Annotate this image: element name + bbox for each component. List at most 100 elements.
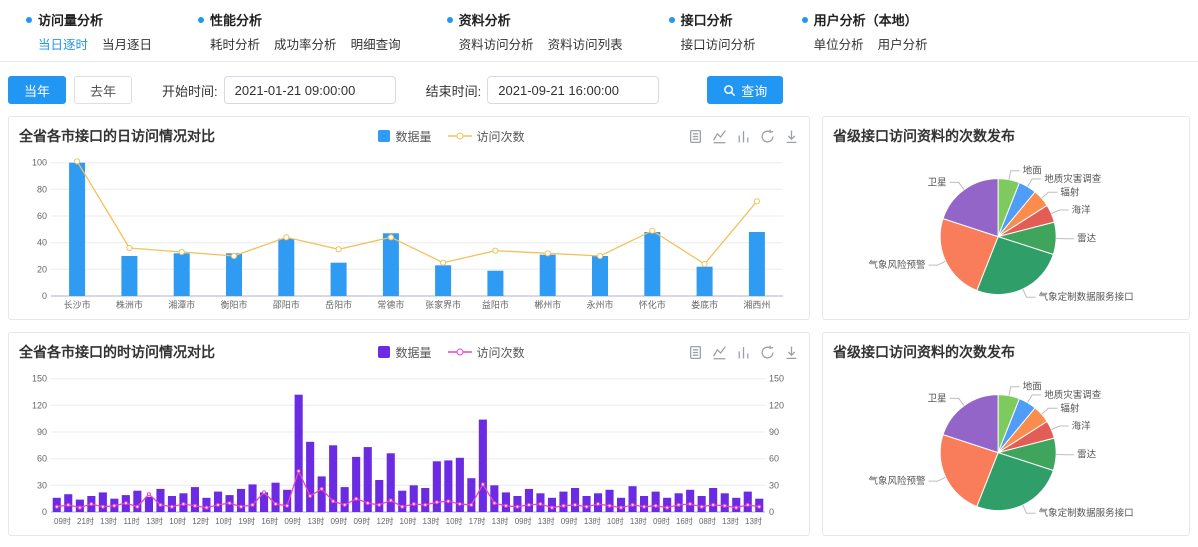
svg-text:13时: 13时 bbox=[538, 516, 555, 526]
nav-sub-links: 接口访问分析 bbox=[681, 34, 756, 53]
nav-section-title: 性能分析 bbox=[198, 10, 401, 29]
svg-text:株洲市: 株洲市 bbox=[116, 299, 143, 310]
data-view-icon[interactable] bbox=[688, 129, 703, 144]
nav-item[interactable]: 资料访问分析 bbox=[459, 34, 534, 53]
svg-text:40: 40 bbox=[37, 238, 47, 248]
svg-text:10时: 10时 bbox=[215, 516, 232, 526]
svg-text:09时: 09时 bbox=[515, 516, 532, 526]
svg-text:08时: 08时 bbox=[699, 516, 716, 526]
bar-chart-icon[interactable] bbox=[736, 129, 751, 144]
nav-item[interactable]: 成功率分析 bbox=[274, 34, 337, 53]
nav-sections: 访问量分析当日逐时当月逐日 性能分析耗时分析成功率分析明细查询 资料分析资料访问分析… bbox=[26, 10, 928, 53]
svg-text:09时: 09时 bbox=[54, 516, 71, 526]
svg-text:湘潭市: 湘潭市 bbox=[168, 299, 195, 310]
nav-section-title-text: 资料分析 bbox=[459, 10, 511, 29]
legend-line-swatch bbox=[448, 131, 472, 141]
bar-chart-icon[interactable] bbox=[736, 345, 751, 360]
svg-text:0: 0 bbox=[769, 507, 774, 517]
hourly-chart-toolbox bbox=[688, 345, 799, 360]
svg-text:16时: 16时 bbox=[676, 516, 693, 526]
svg-text:娄底市: 娄底市 bbox=[691, 299, 718, 310]
pie-bottom-title: 省级接口访问资料的次数发布 bbox=[833, 342, 1015, 362]
daily-chart-panel: 全省各市接口的日访问情况对比 数据量访问次数 020406080100长沙市株洲… bbox=[8, 116, 810, 320]
nav-item[interactable]: 用户分析 bbox=[878, 34, 928, 53]
svg-text:卫星: 卫星 bbox=[928, 177, 947, 188]
nav-section-title: 访问量分析 bbox=[26, 10, 152, 29]
legend-item[interactable]: 数据量 bbox=[378, 128, 431, 145]
bullet-icon bbox=[447, 17, 453, 23]
svg-text:13时: 13时 bbox=[722, 516, 739, 526]
nav-section-title-text: 用户分析（本地） bbox=[814, 10, 918, 29]
last-year-button[interactable]: 去年 bbox=[74, 76, 132, 104]
search-icon bbox=[723, 84, 736, 97]
svg-text:怀化市: 怀化市 bbox=[639, 299, 666, 310]
nav-section-title: 用户分析（本地） bbox=[802, 10, 928, 29]
svg-text:09时: 09时 bbox=[353, 516, 370, 526]
svg-text:21时: 21时 bbox=[77, 516, 94, 526]
svg-text:雷达: 雷达 bbox=[1077, 449, 1097, 461]
data-view-icon[interactable] bbox=[688, 345, 703, 360]
nav-item[interactable]: 单位分析 bbox=[814, 34, 864, 53]
start-time-input[interactable] bbox=[224, 76, 396, 104]
download-icon[interactable] bbox=[784, 345, 799, 360]
legend-item[interactable]: 数据量 bbox=[378, 344, 431, 361]
pie-chart-canvas-bottom: 地面地质灾害调查辐射海洋雷达气象定制数据服务接口气象风险预警卫星 bbox=[833, 364, 1177, 528]
legend-bar-swatch bbox=[378, 130, 390, 142]
svg-text:10时: 10时 bbox=[400, 516, 417, 526]
svg-text:17时: 17时 bbox=[469, 516, 486, 526]
svg-text:120: 120 bbox=[769, 400, 784, 410]
svg-text:0: 0 bbox=[42, 507, 47, 517]
legend-label: 访问次数 bbox=[477, 128, 525, 145]
svg-text:气象定制数据服务接口: 气象定制数据服务接口 bbox=[1039, 507, 1134, 519]
line-chart-icon[interactable] bbox=[712, 345, 727, 360]
refresh-icon[interactable] bbox=[760, 345, 775, 360]
nav-item[interactable]: 接口访问分析 bbox=[681, 34, 756, 53]
download-icon[interactable] bbox=[784, 129, 799, 144]
legend-label: 数据量 bbox=[395, 128, 431, 145]
svg-text:13时: 13时 bbox=[745, 516, 762, 526]
nav-item[interactable]: 资料访问列表 bbox=[548, 34, 623, 53]
nav-item[interactable]: 当日逐时 bbox=[38, 34, 88, 53]
nav-item[interactable]: 耗时分析 bbox=[210, 34, 260, 53]
nav-section: 接口分析接口访问分析 bbox=[669, 10, 756, 53]
bullet-icon bbox=[669, 17, 675, 23]
end-time-input[interactable] bbox=[487, 76, 659, 104]
svg-text:150: 150 bbox=[769, 374, 784, 384]
legend-item[interactable]: 访问次数 bbox=[448, 344, 525, 361]
pie-top-title: 省级接口访问资料的次数发布 bbox=[833, 126, 1015, 146]
hourly-chart-panel: 全省各市接口的时访问情况对比 数据量访问次数 00303060609090120… bbox=[8, 332, 810, 536]
daily-bar-line-chart-canvas: 020406080100长沙市株洲市湘潭市衡阳市邵阳市岳阳市常德市张家界市益阳市… bbox=[19, 148, 797, 312]
svg-text:13时: 13时 bbox=[146, 516, 163, 526]
svg-text:30: 30 bbox=[769, 480, 779, 490]
svg-text:90: 90 bbox=[769, 427, 779, 437]
line-chart-icon[interactable] bbox=[712, 129, 727, 144]
search-button[interactable]: 查询 bbox=[707, 76, 783, 104]
svg-text:辐射: 辐射 bbox=[1060, 402, 1080, 414]
start-time-label: 开始时间: bbox=[162, 81, 218, 100]
this-year-button[interactable]: 当年 bbox=[8, 76, 66, 104]
svg-text:09时: 09时 bbox=[653, 516, 670, 526]
pie-panel-top: 省级接口访问资料的次数发布 地面地质灾害调查辐射海洋雷达气象定制数据服务接口气象… bbox=[822, 116, 1190, 320]
pie-chart-canvas-top: 地面地质灾害调查辐射海洋雷达气象定制数据服务接口气象风险预警卫星 bbox=[833, 148, 1177, 312]
pie-top-header: 省级接口访问资料的次数发布 bbox=[833, 124, 1179, 148]
legend-label: 访问次数 bbox=[477, 344, 525, 361]
legend-item[interactable]: 访问次数 bbox=[448, 128, 525, 145]
svg-text:150: 150 bbox=[32, 374, 47, 384]
refresh-icon[interactable] bbox=[760, 129, 775, 144]
nav-section: 用户分析（本地） 单位分析用户分析 bbox=[802, 10, 928, 53]
nav-section: 性能分析耗时分析成功率分析明细查询 bbox=[198, 10, 401, 53]
svg-text:辐射: 辐射 bbox=[1060, 186, 1080, 198]
bullet-icon bbox=[198, 17, 204, 23]
daily-chart-toolbox bbox=[688, 129, 799, 144]
hourly-bar-line-chart-canvas: 0030306060909012012015015009时21时13时11时13… bbox=[19, 364, 797, 528]
hourly-chart-legend: 数据量 访问次数 bbox=[378, 344, 524, 361]
nav-item[interactable]: 当月逐日 bbox=[102, 34, 152, 53]
svg-text:0: 0 bbox=[42, 291, 47, 301]
svg-text:13时: 13时 bbox=[100, 516, 117, 526]
svg-text:19时: 19时 bbox=[238, 516, 255, 526]
legend-line-swatch bbox=[448, 347, 472, 357]
svg-text:30: 30 bbox=[37, 480, 47, 490]
nav-section-title: 接口分析 bbox=[669, 10, 756, 29]
bullet-icon bbox=[26, 17, 32, 23]
nav-item[interactable]: 明细查询 bbox=[351, 34, 401, 53]
